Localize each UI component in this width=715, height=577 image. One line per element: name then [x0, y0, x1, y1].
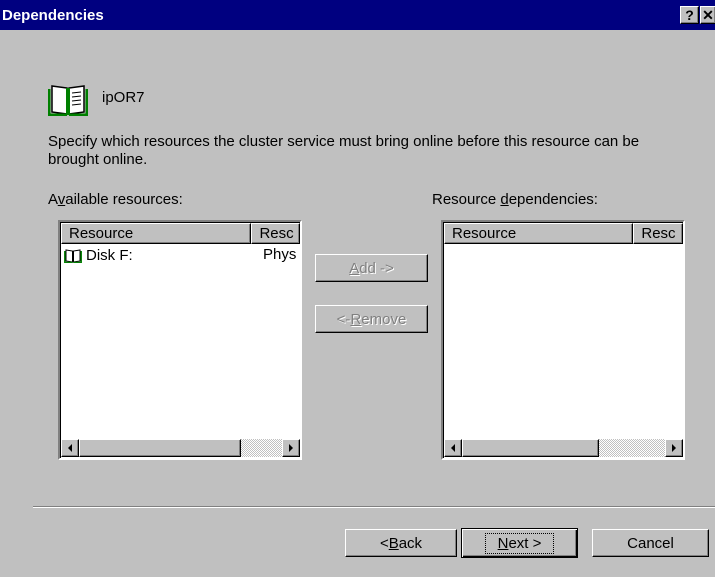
column-header-resource[interactable]: Resource: [444, 223, 634, 244]
column-header-resource[interactable]: Resource: [61, 223, 252, 244]
back-button[interactable]: < Back: [345, 529, 457, 557]
horizontal-scrollbar[interactable]: [61, 439, 300, 457]
book-icon: [48, 85, 88, 116]
list-header: Resource Resc: [444, 223, 683, 244]
list-header: Resource Resc: [61, 223, 300, 244]
scroll-left-button[interactable]: [444, 439, 462, 457]
arrow-left-icon: [451, 444, 455, 452]
add-button[interactable]: Add ->: [315, 254, 428, 282]
resource-dependencies-label: Resource dependencies:: [432, 191, 598, 208]
resource-type-cell: Phys: [263, 246, 297, 263]
resource-dependencies-list[interactable]: Resource Resc: [441, 220, 685, 460]
help-button[interactable]: ?: [680, 6, 699, 24]
separator: [33, 506, 715, 508]
available-resources-list[interactable]: Resource Resc Disk F: Phys: [58, 220, 302, 460]
close-button[interactable]: ✕: [700, 6, 715, 24]
horizontal-scrollbar[interactable]: [444, 439, 683, 457]
arrow-right-icon: [289, 444, 293, 452]
arrow-right-icon: [672, 444, 676, 452]
focus-rect: Next >: [484, 532, 555, 554]
scroll-thumb[interactable]: [79, 439, 241, 457]
close-icon: ✕: [702, 6, 714, 23]
next-button[interactable]: Next >: [461, 528, 578, 558]
book-icon: [64, 249, 82, 263]
instructions-text: Specify which resources the cluster serv…: [48, 133, 640, 168]
scroll-track[interactable]: [599, 439, 665, 457]
column-header-type[interactable]: Resc: [633, 223, 683, 244]
help-icon: ?: [685, 7, 694, 23]
scroll-track[interactable]: [241, 439, 282, 457]
scroll-right-button[interactable]: [665, 439, 683, 457]
column-header-type[interactable]: Resc: [251, 223, 300, 244]
title-bar: Dependencies ? ✕: [0, 0, 715, 30]
arrow-left-icon: [68, 444, 72, 452]
resource-name-cell: Disk F:: [86, 246, 133, 264]
window-title: Dependencies: [2, 6, 104, 24]
remove-button[interactable]: <- Remove: [315, 305, 428, 333]
scroll-thumb[interactable]: [462, 439, 599, 457]
scroll-right-button[interactable]: [282, 439, 300, 457]
resource-name: ipOR7: [102, 89, 145, 106]
scroll-left-button[interactable]: [61, 439, 79, 457]
list-item[interactable]: Disk F: Phys: [64, 246, 296, 264]
available-resources-label: Available resources:: [48, 191, 183, 208]
cancel-button[interactable]: Cancel: [592, 529, 709, 557]
